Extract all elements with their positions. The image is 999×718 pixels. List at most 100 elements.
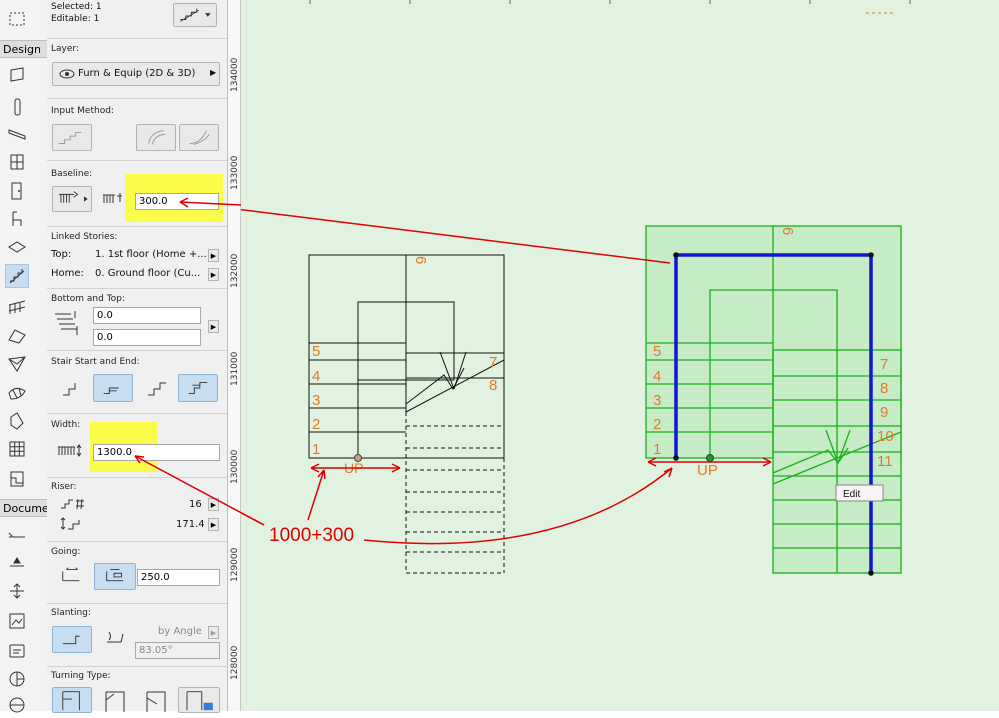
width-label: Width: <box>51 420 81 430</box>
editable-count: Editable: 1 <box>51 14 100 24</box>
start-tread-button[interactable] <box>93 374 133 402</box>
selection-section: Selected: 1 Editable: 1 <box>47 0 227 39</box>
left-step-label: 2 <box>312 416 320 433</box>
label-tool-icon[interactable] <box>6 640 28 662</box>
top-story-value[interactable]: 1. 1st floor (Home +... <box>95 249 207 260</box>
riser-label: Riser: <box>51 482 77 492</box>
ruler-tick: 133000 <box>230 155 240 190</box>
slanting-mode-arrow-icon[interactable]: ▶ <box>208 626 219 639</box>
home-story-value[interactable]: 0. Ground floor (Cu... <box>95 268 200 279</box>
wall-tool-icon[interactable] <box>6 64 28 86</box>
roof-tool-icon[interactable] <box>6 325 28 347</box>
marquee-tool-icon[interactable] <box>6 8 28 30</box>
top-story-arrow-icon[interactable]: ▶ <box>208 249 219 262</box>
turning-spiral-button[interactable] <box>136 687 174 713</box>
layer-section: Layer: Furn & Equip (2D & 3D) ▶ <box>47 38 227 99</box>
dimension-tool-icon[interactable] <box>6 524 28 546</box>
column-tool-icon[interactable] <box>6 96 28 118</box>
node-handle[interactable] <box>673 455 679 461</box>
slanting-off-button[interactable] <box>52 626 92 653</box>
left-step-label: 8 <box>489 377 497 394</box>
end-riser-button[interactable] <box>137 374 175 402</box>
layer-selector[interactable]: Furn & Equip (2D & 3D) ▶ <box>52 62 220 86</box>
riser-height-arrow-icon[interactable]: ▶ <box>208 518 219 531</box>
home-story-arrow-icon[interactable]: ▶ <box>208 268 219 281</box>
turning-winder-button[interactable] <box>95 687 133 713</box>
slanting-mode[interactable]: by Angle <box>158 626 202 637</box>
shell-tool-icon[interactable] <box>6 353 28 375</box>
design-section-header[interactable]: Design <box>0 40 47 58</box>
object-tool-icon[interactable] <box>6 208 28 230</box>
bottom-top-arrow-icon[interactable]: ▶ <box>208 320 219 333</box>
slab-tool-icon[interactable] <box>6 236 28 258</box>
node-handle[interactable] <box>868 570 874 576</box>
going-fixed-button[interactable] <box>52 563 92 590</box>
input-method-straight-button[interactable] <box>52 124 92 151</box>
text-tool-icon[interactable] <box>6 580 28 602</box>
turning-options-button[interactable] <box>178 687 220 713</box>
layer-label: Layer: <box>51 44 79 54</box>
top-story-label: Top: <box>51 249 72 260</box>
mesh-tool-icon[interactable] <box>6 382 28 404</box>
start-riser-button[interactable] <box>52 374 90 402</box>
stair-tool-icon[interactable] <box>5 264 29 288</box>
node-handle[interactable] <box>868 252 874 258</box>
bottom-offset-input[interactable]: 0.0 <box>93 307 201 324</box>
slanting-section: Slanting: by Angle ▶ 83.05° <box>47 603 227 667</box>
riser-height-value[interactable]: 171.4 <box>176 519 205 530</box>
door-tool-icon[interactable] <box>6 180 28 202</box>
ruler-tick: 130000 <box>230 449 240 484</box>
floor-plan-drawing[interactable]: 1 2 3 4 5 6 7 8 UP Edit 1 2 3 4 5 6 7 8 … <box>241 0 999 711</box>
document-section-header[interactable]: Documer <box>0 499 53 517</box>
stair-width-input[interactable]: 1300.0 <box>93 444 220 461</box>
zone-tool-icon[interactable] <box>6 468 28 490</box>
window-tool-icon[interactable] <box>6 151 28 173</box>
baseline-position-button[interactable] <box>52 186 92 212</box>
going-input[interactable]: 250.0 <box>137 569 220 586</box>
ruler-tick: 129000 <box>230 547 240 582</box>
level-dimension-icon[interactable] <box>6 551 28 573</box>
spiral-stair-icon <box>189 130 210 145</box>
node-handle[interactable] <box>673 252 679 258</box>
eye-icon <box>59 69 75 79</box>
figure-tool-icon[interactable] <box>6 610 28 632</box>
riser-count-arrow-icon[interactable]: ▶ <box>208 498 219 511</box>
going-fixed-icon <box>62 567 80 582</box>
left-step-label: 3 <box>312 392 320 409</box>
beam-tool-icon[interactable] <box>6 123 28 145</box>
elevation-tool-icon[interactable] <box>6 694 28 716</box>
slanting-off-icon <box>62 635 80 645</box>
riser-height-icon <box>60 517 80 530</box>
input-method-curved-button[interactable] <box>136 124 176 151</box>
bottom-top-section: Bottom and Top: 0.0 0.0 ▶ <box>47 288 227 351</box>
edit-button-label: Edit <box>843 489 860 500</box>
turning-landing-button[interactable] <box>52 687 92 713</box>
linked-stories-label: Linked Stories: <box>51 232 118 242</box>
railing-tool-icon[interactable] <box>6 296 28 318</box>
slanting-label: Slanting: <box>51 608 91 618</box>
section-tool-icon[interactable] <box>6 668 28 690</box>
plan-canvas[interactable]: 1 2 3 4 5 6 7 8 UP Edit 1 2 3 4 5 6 7 8 … <box>241 0 999 711</box>
settings-dialog-button[interactable] <box>173 3 217 27</box>
right-step-label: 6 <box>779 227 796 235</box>
right-step-label: 3 <box>653 392 661 409</box>
left-step-label: 1 <box>312 441 320 458</box>
input-method-spiral-button[interactable] <box>179 124 219 151</box>
going-variable-button[interactable] <box>94 563 136 590</box>
stair-start-handle[interactable] <box>706 454 714 462</box>
baseline-offset-input[interactable]: 300.0 <box>135 193 219 210</box>
end-tread-button[interactable] <box>178 374 218 402</box>
going-section: Going: 250.0 <box>47 541 227 604</box>
curtain-wall-tool-icon[interactable] <box>6 438 28 460</box>
top-offset-input[interactable]: 0.0 <box>93 329 201 346</box>
home-story-label: Home: <box>51 268 84 279</box>
dimension-annotation: 1000+300 <box>269 525 354 546</box>
stair-settings-icon <box>180 8 211 22</box>
turning-options-icon <box>186 691 213 711</box>
right-step-label: 10 <box>877 428 894 445</box>
riser-count-value[interactable]: 16 <box>189 499 202 510</box>
morph-tool-icon[interactable] <box>6 410 28 432</box>
slanting-angle-input[interactable]: 83.05° <box>135 642 220 659</box>
right-step-label: 9 <box>880 404 888 421</box>
slanting-angle-icon[interactable] <box>105 630 127 646</box>
